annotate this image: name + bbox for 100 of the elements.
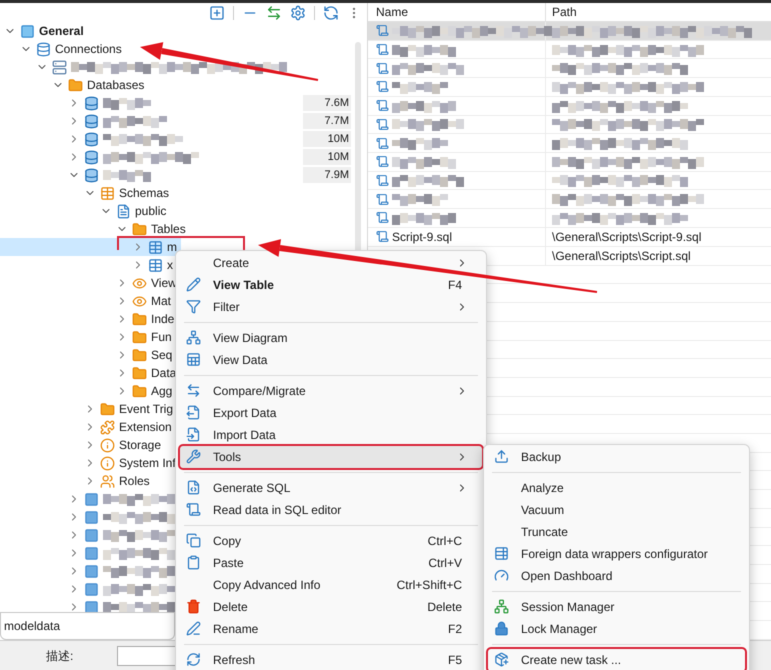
folder-icon — [132, 348, 147, 362]
script-icon — [376, 192, 389, 206]
menu-item[interactable]: Import Data — [180, 424, 482, 446]
menu-item[interactable]: View Table F4 — [180, 274, 482, 296]
table-row[interactable] — [368, 209, 771, 228]
tree-item[interactable]: 10M — [0, 130, 355, 148]
script-icon — [376, 230, 389, 244]
table-row[interactable] — [368, 40, 771, 60]
menu-item[interactable]: Analyze — [488, 477, 745, 499]
menu-item[interactable]: Backup — [488, 446, 745, 468]
tree-item[interactable]: Extension — [0, 418, 176, 436]
table-cell-text: Script-9.sql — [392, 228, 452, 246]
tree-item[interactable]: Connections — [0, 40, 126, 58]
table-row[interactable]: Script-9.sql \General\Scripts\Script-9.sql — [368, 228, 771, 247]
size-badge: 10M — [303, 148, 351, 166]
column-header[interactable]: Name — [368, 3, 546, 21]
tree-item[interactable]: m — [0, 238, 181, 256]
shortcut-label: F5 — [448, 652, 463, 669]
tree-item[interactable]: Roles — [0, 472, 154, 490]
tree-item[interactable]: 7.6M — [0, 94, 355, 112]
tree-label: public — [135, 203, 166, 220]
tree-item[interactable]: Agg — [0, 382, 176, 400]
script-icon — [376, 80, 389, 94]
script-icon — [376, 43, 389, 56]
menu-item[interactable]: Open Dashboard — [488, 565, 745, 587]
menu-item[interactable]: Generate SQL — [180, 477, 482, 499]
menu-item[interactable]: Read data in SQL editor — [180, 499, 482, 521]
menu-item[interactable]: Copy Advanced Info Ctrl+Shift+C — [180, 574, 482, 596]
menu-item[interactable]: Refresh F5 — [180, 649, 482, 670]
menu-item[interactable]: Delete Delete — [180, 596, 482, 618]
tree-item[interactable]: Mat — [0, 292, 176, 310]
folder-icon — [132, 312, 147, 326]
database-icon — [84, 168, 99, 182]
link-icon[interactable] — [266, 4, 282, 20]
folder-icon — [132, 330, 147, 344]
tree-item[interactable]: x — [0, 256, 177, 274]
menu-item[interactable]: Session Manager — [488, 596, 745, 618]
menu-item[interactable]: Paste Ctrl+V — [180, 552, 482, 574]
tree-item[interactable]: System Inf — [0, 454, 180, 472]
table-row[interactable] — [368, 78, 771, 97]
menu-item[interactable]: Truncate — [488, 521, 745, 543]
script-icon — [376, 99, 389, 112]
menu-item[interactable]: Copy Ctrl+C — [180, 530, 482, 552]
new-connection-icon[interactable] — [209, 4, 225, 20]
table-row[interactable] — [368, 152, 771, 172]
tree-item[interactable]: Tables — [0, 220, 190, 238]
database-icon — [84, 114, 99, 128]
tree-item[interactable]: Databases — [0, 76, 148, 94]
menu-item[interactable]: View Data — [180, 349, 482, 371]
tree-item[interactable]: Storage — [0, 436, 166, 454]
menu-item[interactable]: Rename F2 — [180, 618, 482, 640]
settings-icon[interactable] — [290, 4, 306, 20]
table-row[interactable] — [368, 190, 771, 210]
blurred-text — [103, 96, 151, 110]
menu-item[interactable]: Export Data — [180, 402, 482, 424]
table-row[interactable] — [368, 116, 771, 134]
table-row[interactable] — [368, 134, 771, 153]
menu-item[interactable]: Create new task ... — [488, 649, 745, 670]
wrench-icon — [186, 449, 201, 464]
tree-item[interactable]: 7.9M — [0, 166, 355, 184]
tree-label: Mat — [151, 293, 172, 310]
table-row[interactable] — [368, 172, 771, 190]
pencil-icon — [186, 277, 201, 292]
gauge-icon — [494, 568, 509, 583]
description-label: 描述: — [46, 648, 74, 664]
tree-item[interactable]: General — [0, 22, 88, 40]
menu-item[interactable]: Filter — [180, 296, 482, 318]
table-row[interactable] — [368, 96, 771, 116]
menu-item[interactable]: Foreign data wrappers configurator — [488, 543, 745, 565]
tree-item[interactable]: Event Trig — [0, 400, 178, 418]
tree-item[interactable]: Inde — [0, 310, 178, 328]
tree-label: Inde — [151, 311, 174, 328]
size-badge: 10M — [303, 130, 351, 148]
tree-item[interactable]: Seq — [0, 346, 176, 364]
table-row[interactable] — [368, 59, 771, 78]
refresh-icon — [186, 652, 201, 667]
refresh-icon[interactable] — [323, 4, 339, 20]
tree-item[interactable]: 7.7M — [0, 112, 355, 130]
column-header[interactable]: Path — [546, 3, 771, 21]
menu-item[interactable]: Compare/Migrate — [180, 380, 482, 402]
blurred-text — [392, 192, 448, 206]
trash-icon — [186, 599, 201, 614]
menu-item[interactable]: Lock Manager — [488, 618, 745, 640]
folder-icon — [68, 78, 83, 92]
table-icon — [100, 186, 115, 200]
tree-label: Databases — [87, 77, 144, 94]
tree-item[interactable]: public — [0, 202, 170, 220]
tree-item[interactable]: Data — [0, 364, 180, 382]
copy-icon — [186, 533, 201, 548]
tree-item[interactable]: Fun — [0, 328, 176, 346]
tree-item[interactable]: Schemas — [0, 184, 174, 202]
blurred-text — [392, 80, 448, 94]
menu-item[interactable]: View Diagram — [180, 327, 482, 349]
table-row[interactable] — [368, 22, 771, 41]
tree-label: Fun — [151, 329, 172, 346]
tree-item[interactable]: 10M — [0, 148, 355, 166]
shortcut-label: F2 — [448, 621, 463, 638]
menu-item[interactable]: Vacuum — [488, 499, 745, 521]
tree-label: x — [167, 257, 173, 274]
menu-item[interactable]: Tools — [180, 446, 482, 468]
